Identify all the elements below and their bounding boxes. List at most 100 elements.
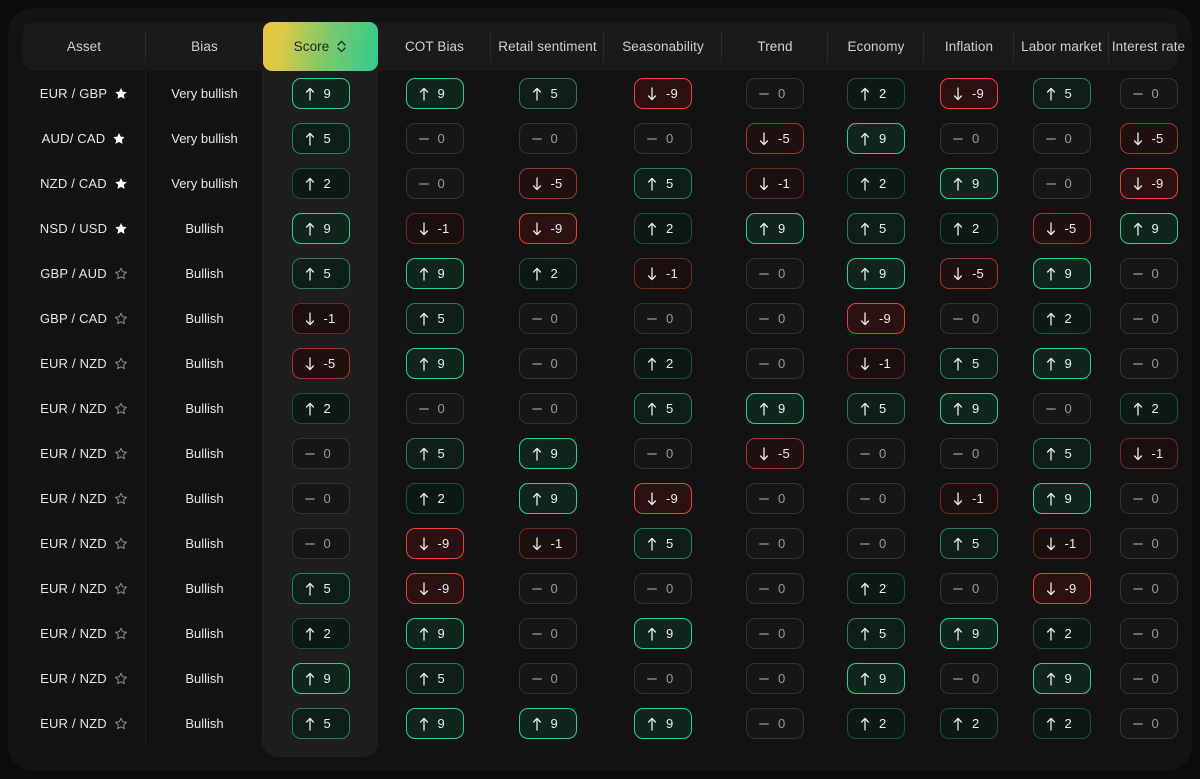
star-outline-icon[interactable] bbox=[114, 627, 128, 641]
score-badge[interactable]: 0 bbox=[746, 528, 804, 559]
score-badge[interactable]: 9 bbox=[292, 663, 350, 694]
star-outline-icon[interactable] bbox=[114, 492, 128, 506]
score-badge[interactable]: 9 bbox=[1033, 663, 1091, 694]
score-badge[interactable]: 2 bbox=[940, 213, 998, 244]
column-header-score[interactable]: Score bbox=[263, 22, 378, 71]
score-badge[interactable]: 0 bbox=[634, 303, 692, 334]
score-badge[interactable]: 9 bbox=[634, 708, 692, 739]
score-badge[interactable]: 2 bbox=[292, 168, 350, 199]
score-badge[interactable]: 9 bbox=[406, 258, 464, 289]
score-badge[interactable]: 0 bbox=[1120, 573, 1178, 604]
score-badge[interactable]: 2 bbox=[1033, 303, 1091, 334]
score-badge[interactable]: 2 bbox=[634, 348, 692, 379]
score-badge[interactable]: 9 bbox=[519, 483, 577, 514]
score-badge[interactable]: -1 bbox=[746, 168, 804, 199]
score-badge[interactable]: 5 bbox=[292, 258, 350, 289]
score-badge[interactable]: 9 bbox=[406, 78, 464, 109]
score-badge[interactable]: 0 bbox=[847, 438, 905, 469]
score-badge[interactable]: -1 bbox=[406, 213, 464, 244]
score-badge[interactable]: 0 bbox=[292, 438, 350, 469]
score-badge[interactable]: 9 bbox=[746, 393, 804, 424]
score-badge[interactable]: 0 bbox=[634, 663, 692, 694]
table-row[interactable]: EUR / NZDBullish290905920 bbox=[22, 611, 1178, 656]
table-row[interactable]: GBP / CADBullish-15000-9020 bbox=[22, 296, 1178, 341]
score-badge[interactable]: -1 bbox=[847, 348, 905, 379]
score-badge[interactable]: 2 bbox=[940, 708, 998, 739]
score-badge[interactable]: 9 bbox=[847, 123, 905, 154]
score-badge[interactable]: 0 bbox=[1120, 618, 1178, 649]
score-badge[interactable]: 9 bbox=[1033, 483, 1091, 514]
score-badge[interactable]: 5 bbox=[847, 618, 905, 649]
column-header-seasonability[interactable]: Seasonability bbox=[604, 22, 722, 71]
score-badge[interactable]: -5 bbox=[746, 438, 804, 469]
score-badge[interactable]: 0 bbox=[1120, 78, 1178, 109]
score-badge[interactable]: 0 bbox=[519, 663, 577, 694]
star-filled-icon[interactable] bbox=[112, 132, 126, 146]
table-row[interactable]: AUD/ CADVery bullish5000-5900-5 bbox=[22, 116, 1178, 161]
table-row[interactable]: NSD / USDBullish9-1-92952-59 bbox=[22, 206, 1178, 251]
score-badge[interactable]: 2 bbox=[292, 393, 350, 424]
score-badge[interactable]: 9 bbox=[1033, 348, 1091, 379]
score-badge[interactable]: 5 bbox=[634, 528, 692, 559]
score-badge[interactable]: -9 bbox=[1033, 573, 1091, 604]
score-badge[interactable]: 0 bbox=[519, 123, 577, 154]
score-badge[interactable]: 5 bbox=[847, 393, 905, 424]
score-badge[interactable]: 9 bbox=[634, 618, 692, 649]
score-badge[interactable]: 0 bbox=[746, 663, 804, 694]
score-badge[interactable]: 0 bbox=[746, 258, 804, 289]
column-header-economy[interactable]: Economy bbox=[828, 22, 924, 71]
table-row[interactable]: EUR / NZDBullish029-900-190 bbox=[22, 476, 1178, 521]
star-outline-icon[interactable] bbox=[114, 447, 128, 461]
score-badge[interactable]: 0 bbox=[940, 573, 998, 604]
score-badge[interactable]: -9 bbox=[1120, 168, 1178, 199]
column-header-interest_rate[interactable]: Interest rate bbox=[1109, 22, 1188, 71]
column-header-labor_market[interactable]: Labor market bbox=[1014, 22, 1109, 71]
score-badge[interactable]: -5 bbox=[940, 258, 998, 289]
score-badge[interactable]: 2 bbox=[1033, 618, 1091, 649]
score-badge[interactable]: 9 bbox=[292, 213, 350, 244]
score-badge[interactable]: -5 bbox=[1120, 123, 1178, 154]
score-badge[interactable]: -9 bbox=[940, 78, 998, 109]
score-badge[interactable]: 2 bbox=[847, 168, 905, 199]
score-badge[interactable]: 5 bbox=[292, 123, 350, 154]
table-row[interactable]: EUR / NZDBullish599902220 bbox=[22, 701, 1178, 746]
score-badge[interactable]: 9 bbox=[940, 618, 998, 649]
score-badge[interactable]: 9 bbox=[406, 708, 464, 739]
score-badge[interactable]: 9 bbox=[406, 348, 464, 379]
score-badge[interactable]: 0 bbox=[1120, 303, 1178, 334]
table-row[interactable]: EUR / NZDBullish-59020-1590 bbox=[22, 341, 1178, 386]
score-badge[interactable]: 2 bbox=[847, 78, 905, 109]
score-badge[interactable]: 0 bbox=[746, 483, 804, 514]
score-badge[interactable]: 9 bbox=[940, 393, 998, 424]
star-outline-icon[interactable] bbox=[114, 267, 128, 281]
score-badge[interactable]: 0 bbox=[1120, 663, 1178, 694]
score-badge[interactable]: 0 bbox=[1033, 168, 1091, 199]
score-badge[interactable]: 5 bbox=[634, 168, 692, 199]
score-badge[interactable]: -9 bbox=[634, 78, 692, 109]
score-badge[interactable]: 2 bbox=[292, 618, 350, 649]
score-badge[interactable]: 5 bbox=[847, 213, 905, 244]
score-badge[interactable]: 9 bbox=[847, 258, 905, 289]
score-badge[interactable]: 5 bbox=[1033, 438, 1091, 469]
star-filled-icon[interactable] bbox=[114, 87, 128, 101]
score-badge[interactable]: 0 bbox=[940, 663, 998, 694]
score-badge[interactable]: 2 bbox=[847, 708, 905, 739]
score-badge[interactable]: 9 bbox=[406, 618, 464, 649]
score-badge[interactable]: -9 bbox=[634, 483, 692, 514]
score-badge[interactable]: -5 bbox=[292, 348, 350, 379]
score-badge[interactable]: 5 bbox=[406, 438, 464, 469]
score-badge[interactable]: -9 bbox=[406, 573, 464, 604]
table-row[interactable]: EUR / NZDBullish5-900020-90 bbox=[22, 566, 1178, 611]
score-badge[interactable]: -9 bbox=[519, 213, 577, 244]
score-badge[interactable]: 0 bbox=[292, 528, 350, 559]
score-badge[interactable]: 0 bbox=[847, 528, 905, 559]
score-badge[interactable]: 5 bbox=[406, 303, 464, 334]
score-badge[interactable]: 0 bbox=[746, 618, 804, 649]
score-badge[interactable]: 5 bbox=[634, 393, 692, 424]
sort-chevron-up-down-icon[interactable] bbox=[336, 39, 347, 54]
score-badge[interactable]: 9 bbox=[1033, 258, 1091, 289]
score-badge[interactable]: 0 bbox=[1033, 123, 1091, 154]
score-badge[interactable]: 0 bbox=[519, 618, 577, 649]
score-badge[interactable]: 9 bbox=[1120, 213, 1178, 244]
score-badge[interactable]: 0 bbox=[634, 123, 692, 154]
